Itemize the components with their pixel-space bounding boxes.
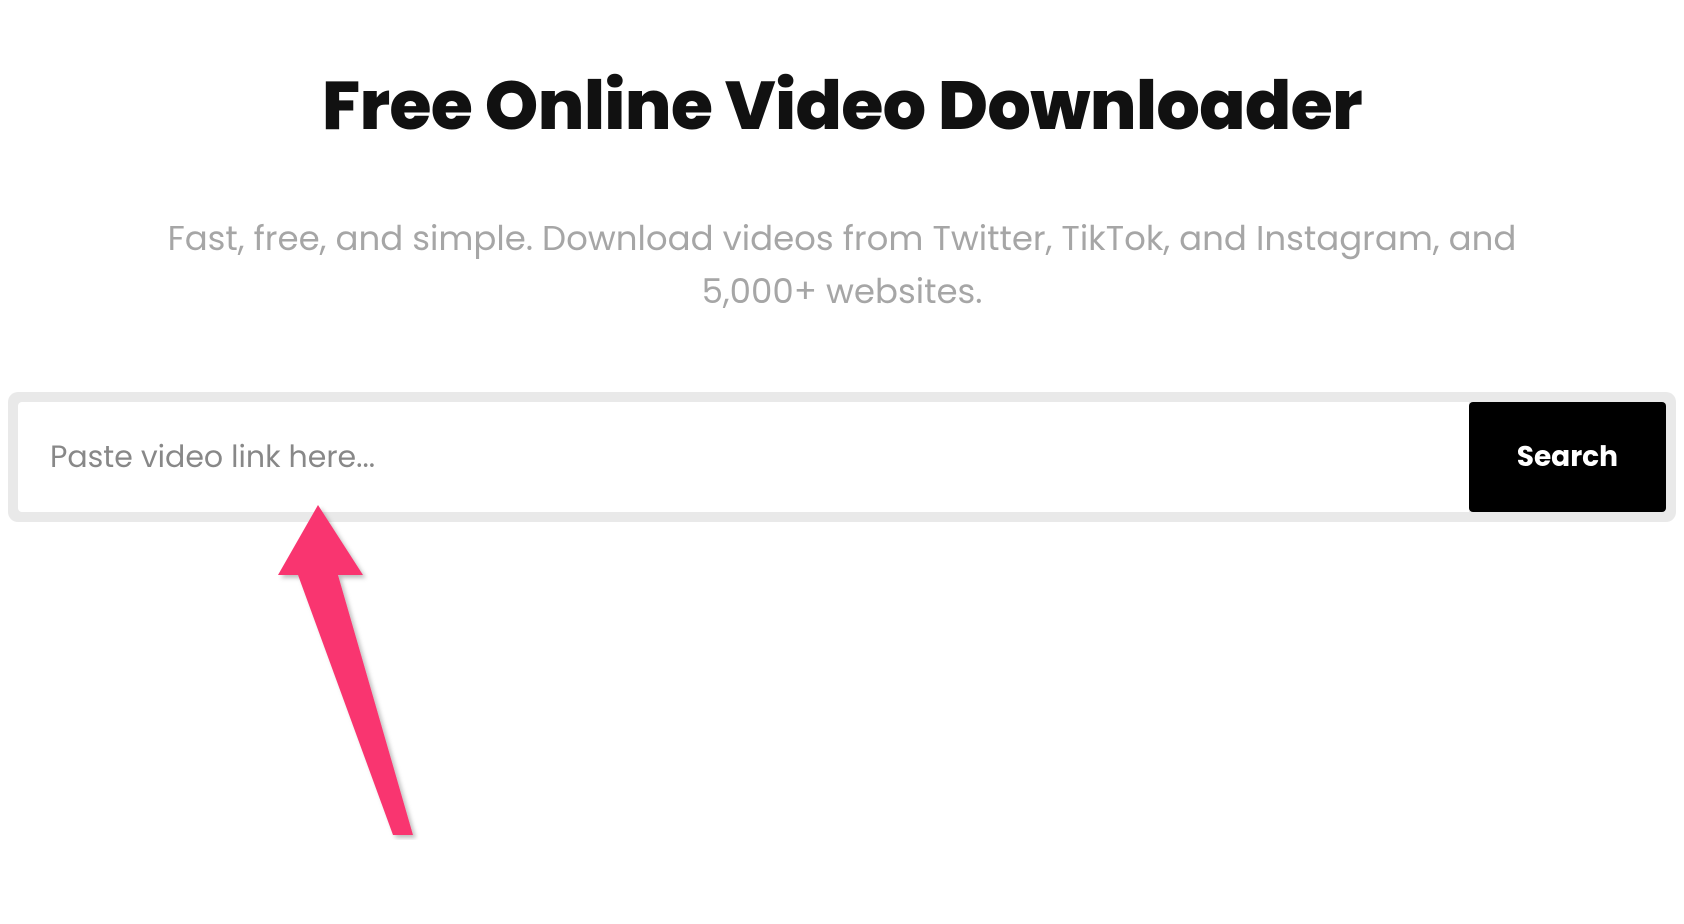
page-subtitle: Fast, free, and simple. Download videos … bbox=[132, 212, 1552, 317]
search-bar-wrapper: Search bbox=[0, 392, 1684, 522]
search-bar: Search bbox=[8, 392, 1676, 522]
search-button[interactable]: Search bbox=[1469, 402, 1666, 512]
page-title: Free Online Video Downloader bbox=[0, 55, 1684, 157]
annotation-arrow-icon bbox=[278, 500, 448, 840]
hero-section: Free Online Video Downloader Fast, free,… bbox=[0, 0, 1684, 522]
video-link-input[interactable] bbox=[18, 402, 1469, 512]
